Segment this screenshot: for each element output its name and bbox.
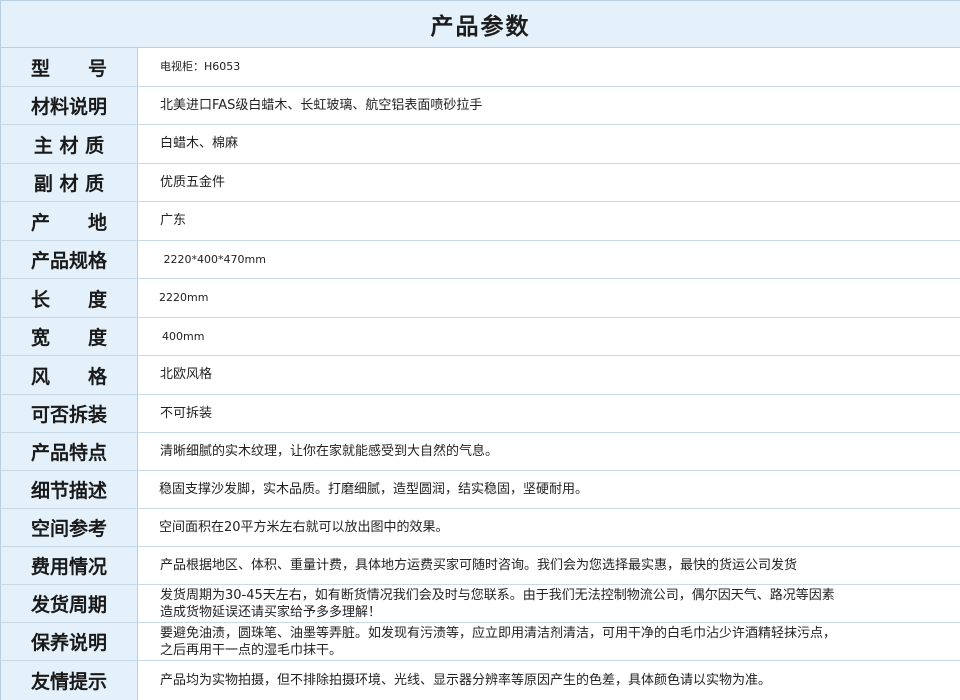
table-title: 产品参数 bbox=[430, 14, 531, 40]
param-row-material: 材料说明 北美进口FAS级白蜡木、长虹玻璃、航空铝表面喷砂拉手 bbox=[1, 87, 960, 125]
param-row-sub-material: 副 材 质 优质五金件 bbox=[1, 164, 960, 202]
param-label: 发货周期 bbox=[1, 585, 138, 622]
param-value: 产品根据地区、体积、重量计费，具体地方运费买家可随时咨询。我们会为您选择最实惠，… bbox=[160, 557, 798, 573]
param-row-length: 长 度 2220mm bbox=[1, 279, 960, 318]
param-row-width: 宽 度 400mm bbox=[1, 318, 960, 356]
param-row-main-material: 主 材 质 白蜡木、棉麻 bbox=[1, 125, 960, 164]
param-label: 型 号 bbox=[1, 48, 138, 86]
param-label: 产品规格 bbox=[1, 241, 138, 278]
param-value: 发货周期为30-45天左右，如有断货情况我们会及时与您联系。由于我们无法控制物流… bbox=[160, 587, 835, 620]
product-parameters-table: 产品参数 型 号 电视柜：H6053 材料说明 北美进口FAS级白蜡木、长虹玻璃… bbox=[0, 0, 960, 700]
param-label: 材料说明 bbox=[1, 87, 138, 124]
param-value: 2220*400*470mm bbox=[160, 252, 266, 266]
param-value: 400mm bbox=[162, 329, 205, 343]
param-row-model: 型 号 电视柜：H6053 bbox=[1, 48, 960, 87]
param-row-cost: 费用情况 产品根据地区、体积、重量计费，具体地方运费买家可随时咨询。我们会为您选… bbox=[1, 547, 960, 585]
param-row-space: 空间参考 空间面积在20平方米左右就可以放出图中的效果。 bbox=[1, 509, 960, 547]
param-row-disassembly: 可否拆装 不可拆装 bbox=[1, 395, 960, 433]
param-label: 主 材 质 bbox=[1, 125, 138, 163]
param-value: 白蜡木、棉麻 bbox=[160, 136, 239, 151]
param-label: 副 材 质 bbox=[1, 164, 138, 201]
param-row-details: 细节描述 稳固支撑沙发脚，实木品质。打磨细腻，造型圆润，结实稳固，坚硬耐用。 bbox=[1, 471, 960, 509]
param-label: 空间参考 bbox=[1, 509, 138, 546]
param-value: 空间面积在20平方米左右就可以放出图中的效果。 bbox=[159, 519, 449, 535]
param-row-origin: 产 地 广东 bbox=[1, 202, 960, 241]
param-row-maintenance: 保养说明 要避免油渍，圆珠笔、油墨等弄脏。如发现有污渍等，应立即用清洁剂清洁，可… bbox=[1, 623, 960, 661]
param-row-features: 产品特点 清晰细腻的实木纹理，让你在家就能感受到大自然的气息。 bbox=[1, 433, 960, 471]
table-title-bar: 产品参数 bbox=[1, 0, 960, 48]
param-value: 广东 bbox=[160, 213, 187, 228]
param-value: 2220mm bbox=[159, 291, 209, 304]
param-value: 北美进口FAS级白蜡木、长虹玻璃、航空铝表面喷砂拉手 bbox=[160, 97, 483, 113]
param-label: 可否拆装 bbox=[1, 395, 138, 432]
param-label: 宽 度 bbox=[1, 318, 138, 355]
param-value: 优质五金件 bbox=[160, 174, 226, 190]
param-label: 产品特点 bbox=[1, 433, 138, 470]
param-value: 清晰细腻的实木纹理，让你在家就能感受到大自然的气息。 bbox=[160, 443, 499, 459]
param-row-notice: 友情提示 产品均为实物拍摄，但不排除拍摄环境、光线、显示器分辨率等原因产生的色差… bbox=[1, 661, 960, 700]
param-value: 不可拆装 bbox=[160, 405, 213, 421]
param-row-style: 风 格 北欧风格 bbox=[1, 356, 960, 395]
param-label: 长 度 bbox=[1, 279, 138, 317]
param-label: 产 地 bbox=[1, 202, 138, 240]
param-label: 细节描述 bbox=[1, 471, 138, 508]
param-label: 保养说明 bbox=[1, 623, 138, 660]
param-value: 要避免油渍，圆珠笔、油墨等弄脏。如发现有污渍等，应立即用清洁剂清洁，可用干净的白… bbox=[160, 625, 837, 658]
param-label: 风 格 bbox=[1, 356, 138, 394]
param-row-spec: 产品规格 2220*400*470mm bbox=[1, 241, 960, 279]
param-label: 费用情况 bbox=[1, 547, 138, 584]
param-value: 电视柜：H6053 bbox=[160, 60, 241, 73]
param-value: 稳固支撑沙发脚，实木品质。打磨细腻，造型圆润，结实稳固，坚硬耐用。 bbox=[159, 481, 589, 497]
param-label: 友情提示 bbox=[1, 661, 138, 700]
param-value: 产品均为实物拍摄，但不排除拍摄环境、光线、显示器分辨率等原因产生的色差，具体颜色… bbox=[160, 672, 772, 688]
param-value: 北欧风格 bbox=[160, 367, 213, 382]
param-row-delivery: 发货周期 发货周期为30-45天左右，如有断货情况我们会及时与您联系。由于我们无… bbox=[1, 585, 960, 623]
